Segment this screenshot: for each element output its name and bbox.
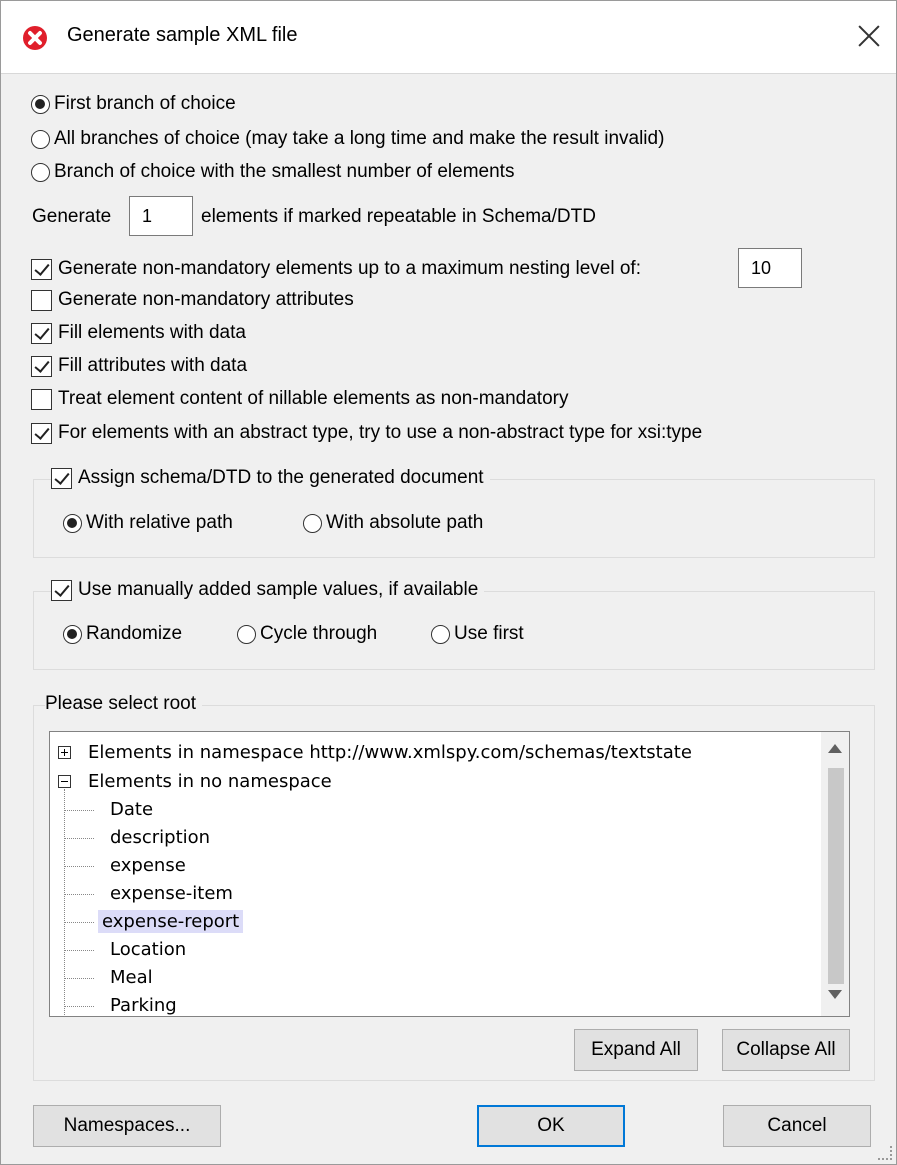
checkbox-abstract-type[interactable] bbox=[31, 422, 52, 444]
option-abstract-type[interactable]: For elements with an abstract type, try … bbox=[31, 422, 702, 444]
resize-grip-icon[interactable] bbox=[878, 1146, 892, 1160]
scrollbar-thumb[interactable] bbox=[828, 768, 844, 984]
tree-scrollbar[interactable] bbox=[821, 732, 849, 1016]
radio-all-branches[interactable]: All branches of choice (may take a long … bbox=[31, 128, 664, 150]
tree-branch-line bbox=[64, 866, 94, 867]
root-element-tree[interactable]: Elements in namespace http://www.xmlspy.… bbox=[49, 731, 850, 1017]
tree-item[interactable]: description bbox=[110, 827, 210, 848]
tree-item[interactable]: Parking bbox=[110, 995, 177, 1016]
namespaces-button[interactable]: Namespaces... bbox=[33, 1105, 221, 1147]
option-nillable[interactable]: Treat element content of nillable elemen… bbox=[31, 388, 568, 410]
repeat-count-input[interactable]: 1 bbox=[129, 196, 193, 236]
label-nonmandatory-elements: Generate non-mandatory elements up to a … bbox=[58, 258, 641, 279]
tree-branch-line bbox=[64, 1006, 94, 1007]
tree-item-selected[interactable]: expense-report bbox=[98, 910, 244, 933]
option-nonmandatory-attributes[interactable]: Generate non-mandatory attributes bbox=[31, 289, 354, 311]
radio-label-first-branch: First branch of choice bbox=[54, 93, 236, 114]
radio-button-first-branch[interactable] bbox=[31, 94, 50, 114]
cancel-button[interactable]: Cancel bbox=[723, 1105, 871, 1147]
repeat-suffix-label: elements if marked repeatable in Schema/… bbox=[201, 206, 596, 227]
scroll-down-arrow-icon[interactable] bbox=[828, 990, 842, 999]
repeat-prefix: Generate bbox=[32, 206, 111, 228]
tree-connector-line bbox=[64, 789, 65, 1016]
radio-button-smallest-branch[interactable] bbox=[31, 162, 50, 182]
radio-label-cycle-through: Cycle through bbox=[260, 623, 378, 644]
radio-button-all-branches[interactable] bbox=[31, 129, 50, 149]
dialog-title: Generate sample XML file bbox=[67, 24, 298, 46]
nesting-level-input[interactable]: 10 bbox=[738, 248, 802, 288]
radio-randomize[interactable]: Randomize bbox=[63, 623, 182, 645]
checkbox-fill-elements[interactable] bbox=[31, 322, 52, 344]
collapse-all-button[interactable]: Collapse All bbox=[722, 1029, 850, 1071]
option-fill-attributes[interactable]: Fill attributes with data bbox=[31, 355, 247, 377]
label-fill-elements: Fill elements with data bbox=[58, 322, 246, 343]
label-sample-values: Use manually added sample values, if ava… bbox=[78, 579, 479, 600]
label-assign-schema: Assign schema/DTD to the generated docum… bbox=[78, 467, 484, 488]
option-fill-elements[interactable]: Fill elements with data bbox=[31, 322, 246, 344]
radio-button-absolute-path[interactable] bbox=[303, 513, 322, 533]
option-nonmandatory-elements[interactable]: Generate non-mandatory elements up to a … bbox=[31, 258, 641, 280]
tree-branch-line bbox=[64, 810, 94, 811]
radio-label-smallest-branch: Branch of choice with the smallest numbe… bbox=[54, 161, 515, 182]
select-root-label: Please select root bbox=[45, 693, 203, 715]
tree-node-no-namespace[interactable]: Elements in no namespace bbox=[88, 771, 332, 792]
tree-branch-line bbox=[64, 922, 94, 923]
scroll-up-arrow-icon[interactable] bbox=[828, 744, 842, 753]
tree-item[interactable]: expense-item bbox=[110, 883, 233, 904]
tree-item[interactable]: Meal bbox=[110, 967, 153, 988]
repeat-prefix-label: Generate bbox=[32, 206, 112, 227]
ok-button[interactable]: OK bbox=[477, 1105, 625, 1147]
checkbox-nonmandatory-attributes[interactable] bbox=[31, 289, 52, 311]
generate-sample-xml-dialog: Generate sample XML file First branch of… bbox=[0, 0, 897, 1165]
radio-cycle-through[interactable]: Cycle through bbox=[237, 623, 377, 645]
tree-branch-line bbox=[64, 838, 94, 839]
radio-first-branch[interactable]: First branch of choice bbox=[31, 93, 236, 115]
tree-branch-line bbox=[64, 978, 94, 979]
close-icon[interactable] bbox=[852, 19, 886, 53]
radio-relative-path[interactable]: With relative path bbox=[63, 512, 233, 534]
radio-label-use-first: Use first bbox=[454, 623, 524, 644]
radio-label-all-branches: All branches of choice (may take a long … bbox=[54, 128, 665, 149]
collapse-minus-icon[interactable] bbox=[58, 775, 71, 788]
sample-values-option[interactable]: Use manually added sample values, if ava… bbox=[51, 579, 485, 601]
repeat-suffix: elements if marked repeatable in Schema/… bbox=[201, 206, 596, 228]
radio-absolute-path[interactable]: With absolute path bbox=[303, 512, 483, 534]
radio-label-relative-path: With relative path bbox=[86, 512, 233, 533]
radio-label-randomize: Randomize bbox=[86, 623, 183, 644]
radio-smallest-branch[interactable]: Branch of choice with the smallest numbe… bbox=[31, 161, 514, 183]
checkbox-nonmandatory-elements[interactable] bbox=[31, 258, 52, 280]
radio-label-absolute-path: With absolute path bbox=[326, 512, 484, 533]
tree-item[interactable]: Location bbox=[110, 939, 186, 960]
expand-plus-icon[interactable] bbox=[58, 746, 71, 759]
app-logo-icon bbox=[23, 26, 47, 50]
label-fill-attributes: Fill attributes with data bbox=[58, 355, 248, 376]
checkbox-nillable[interactable] bbox=[31, 388, 52, 410]
label-nonmandatory-attributes: Generate non-mandatory attributes bbox=[58, 289, 354, 310]
tree-node-namespace[interactable]: Elements in namespace http://www.xmlspy.… bbox=[88, 742, 692, 763]
tree-branch-line bbox=[64, 950, 94, 951]
radio-button-randomize[interactable] bbox=[63, 624, 82, 644]
label-nillable: Treat element content of nillable elemen… bbox=[58, 388, 569, 409]
checkbox-sample-values[interactable] bbox=[51, 579, 72, 601]
tree-item[interactable]: Date bbox=[110, 799, 153, 820]
title-bar: Generate sample XML file bbox=[1, 1, 896, 74]
label-abstract-type: For elements with an abstract type, try … bbox=[58, 422, 703, 443]
expand-all-button[interactable]: Expand All bbox=[574, 1029, 698, 1071]
assign-schema-option[interactable]: Assign schema/DTD to the generated docum… bbox=[51, 467, 490, 489]
radio-button-relative-path[interactable] bbox=[63, 513, 82, 533]
checkbox-fill-attributes[interactable] bbox=[31, 355, 52, 377]
radio-button-use-first[interactable] bbox=[431, 624, 450, 644]
tree-item[interactable]: expense bbox=[110, 855, 186, 876]
radio-use-first[interactable]: Use first bbox=[431, 623, 524, 645]
checkbox-assign-schema[interactable] bbox=[51, 467, 72, 489]
tree-branch-line bbox=[64, 894, 94, 895]
radio-button-cycle-through[interactable] bbox=[237, 624, 256, 644]
